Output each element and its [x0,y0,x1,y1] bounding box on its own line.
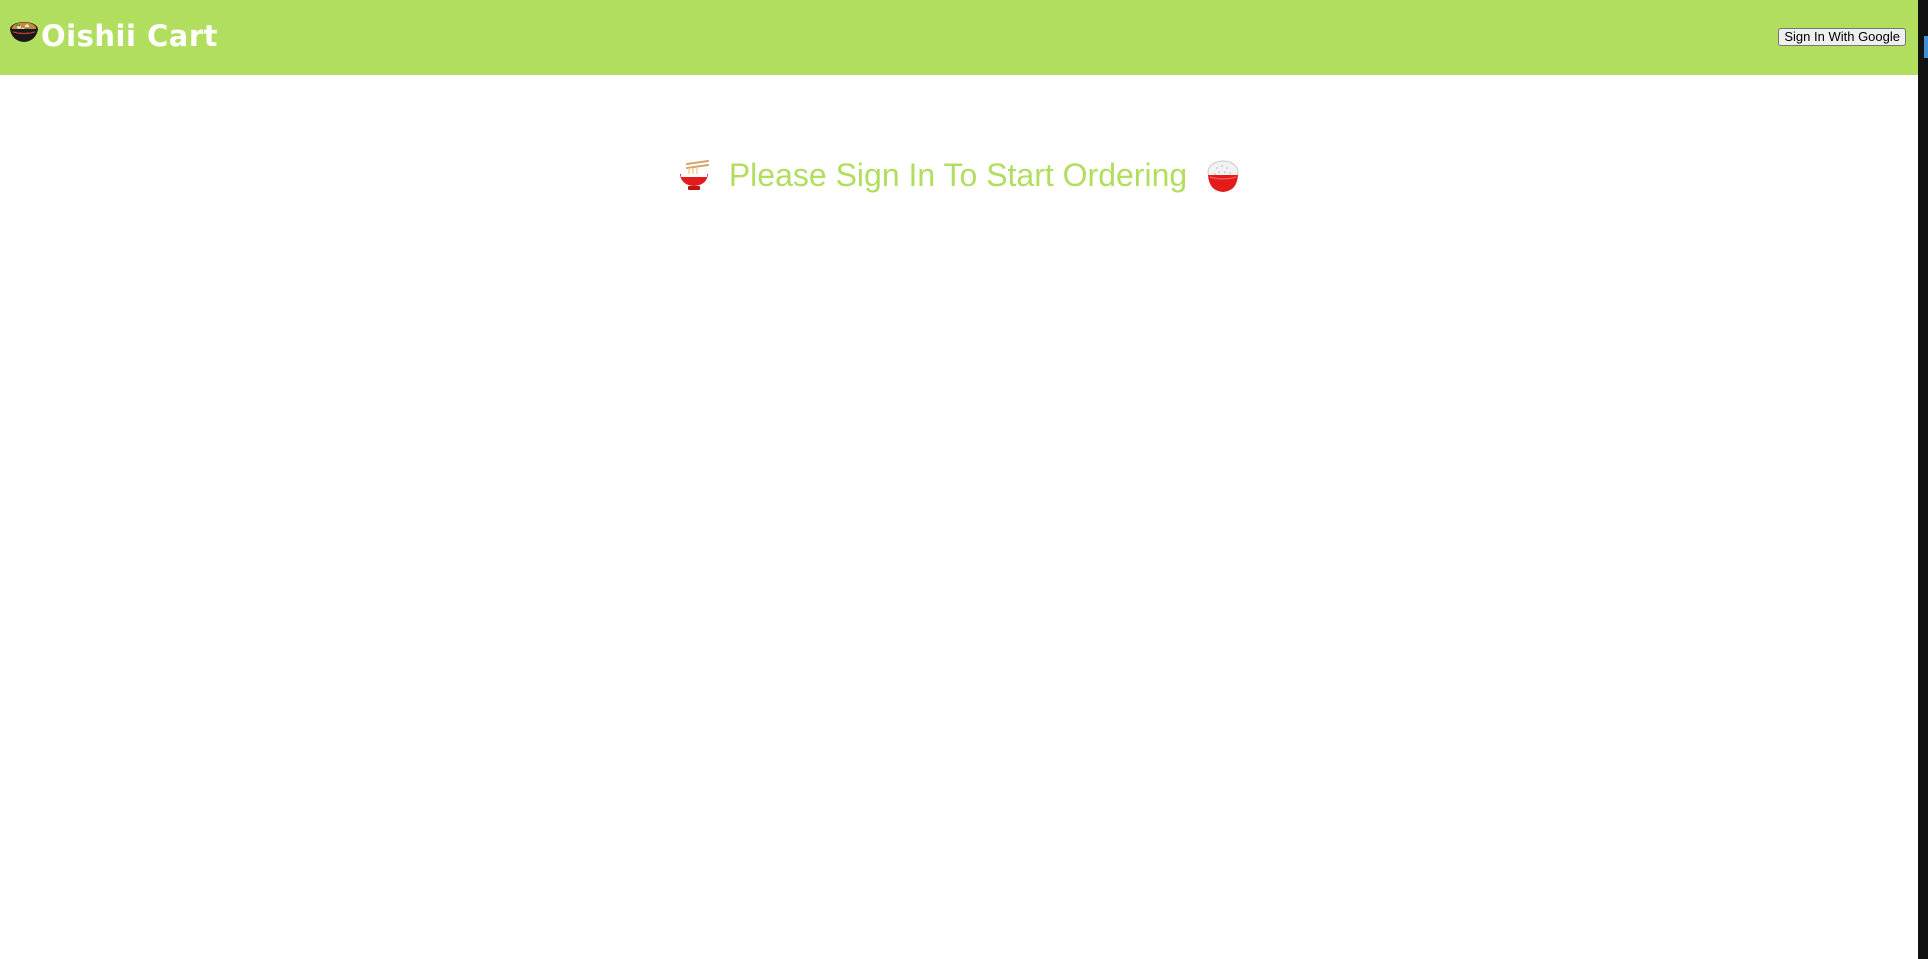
prompt-text: Please Sign In To Start Ordering [728,157,1188,194]
sign-in-prompt: Please Sign In To Start Ordering [0,155,1918,194]
scrollbar[interactable] [1918,0,1928,959]
noodle-bowl-icon [679,159,709,190]
navbar: Oishii Cart Sign In With Google [0,0,1918,75]
sign-in-with-google-button[interactable]: Sign In With Google [1778,28,1906,46]
rice-bowl-icon [1207,160,1239,192]
miso-soup-bowl-icon [10,22,38,42]
page: Oishii Cart Sign In With Google Please S… [0,0,1928,959]
app-title: Oishii Cart [41,19,218,53]
scrollbar-thumb[interactable] [1924,36,1928,58]
brand[interactable]: Oishii Cart [8,14,218,58]
